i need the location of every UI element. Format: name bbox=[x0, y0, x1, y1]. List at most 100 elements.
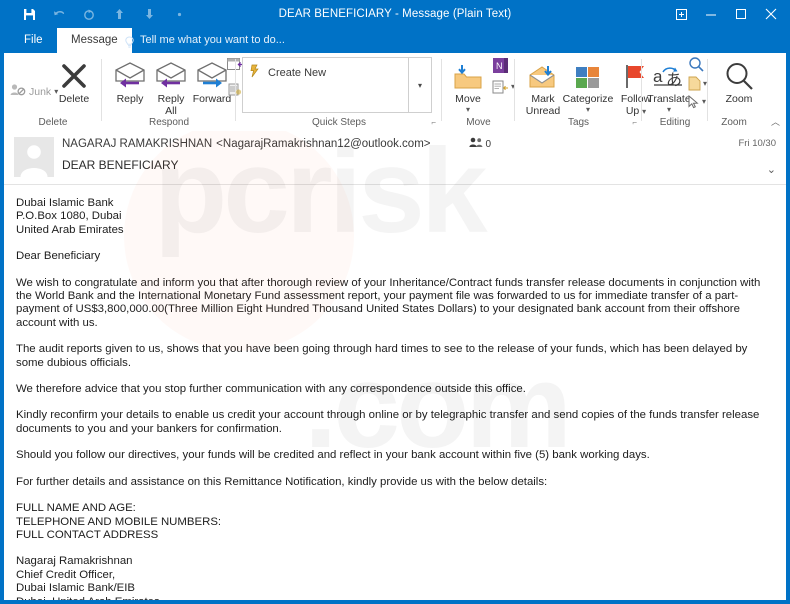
move-folder-icon bbox=[453, 55, 483, 91]
svg-text:あ: あ bbox=[666, 71, 682, 89]
body-paragraph-4: Kindly reconfirm your details to enable … bbox=[16, 409, 760, 435]
rules-icon[interactable]: ▾ bbox=[492, 79, 515, 95]
ribbon-group-label-respond: Respond bbox=[148, 117, 190, 128]
undo-icon[interactable] bbox=[44, 1, 74, 27]
tags-dialog-launcher[interactable]: ⌐ bbox=[632, 118, 637, 127]
bank-country: United Arab Emirates bbox=[16, 223, 124, 236]
outlook-message-window: DEAR BENEFICIARY - Message (Plain Text) … bbox=[0, 0, 790, 604]
ribbon-group-respond: Reply Reply All Forward ▾ bbox=[102, 53, 249, 130]
forward-label: Forward bbox=[192, 93, 232, 105]
categorize-button[interactable]: Categorize ▾ bbox=[559, 55, 617, 114]
zoom-magnifier-icon bbox=[724, 55, 754, 91]
move-label: Move bbox=[455, 93, 481, 105]
ribbon: Junk ▾ Delete Delete Reply Reply All For… bbox=[4, 53, 786, 132]
delete-label: Delete bbox=[58, 93, 90, 105]
tab-message[interactable]: Message bbox=[57, 28, 132, 53]
window-controls bbox=[666, 0, 786, 28]
save-icon[interactable] bbox=[14, 1, 44, 27]
zoom-button[interactable]: Zoom bbox=[713, 55, 765, 106]
translate-label: Translate bbox=[647, 93, 691, 105]
move-button[interactable]: Move ▾ bbox=[442, 55, 494, 114]
tell-me-search[interactable]: Tell me what you want to do... bbox=[124, 28, 285, 53]
required-field-1: FULL NAME AND AGE: bbox=[16, 502, 136, 515]
message-date: Fri 10/30 bbox=[738, 138, 777, 149]
signature-bank: Dubai Islamic Bank/EIB bbox=[16, 582, 136, 595]
avatar bbox=[14, 137, 54, 177]
quick-steps-dropdown-caret-icon[interactable]: ▾ bbox=[408, 58, 431, 112]
ribbon-group-label-delete: Delete bbox=[38, 117, 68, 128]
tab-file[interactable]: File bbox=[12, 28, 55, 53]
window-border-left bbox=[0, 0, 4, 604]
message-header: NAGARAJ RAMAKRISHNAN <NagarajRamakrishna… bbox=[4, 131, 786, 185]
ribbon-group-label-zoom: Zoom bbox=[721, 117, 747, 128]
select-button[interactable]: ▾ bbox=[688, 95, 706, 109]
body-paragraph-6: For further details and assistance on th… bbox=[16, 475, 548, 488]
body-paragraph-5: Should you follow our directives, your f… bbox=[16, 449, 650, 462]
recipient-count: 0 bbox=[485, 138, 492, 150]
sender-line: NAGARAJ RAMAKRISHNAN <NagarajRamakrishna… bbox=[62, 137, 491, 151]
minimize-icon[interactable] bbox=[696, 0, 726, 28]
delete-button[interactable]: Delete bbox=[48, 55, 100, 106]
categorize-icon bbox=[574, 55, 602, 91]
mark-unread-label-line2: Unread bbox=[525, 104, 561, 117]
signature-name: Nagaraj Ramakrishnan bbox=[16, 555, 133, 568]
close-icon[interactable] bbox=[756, 0, 786, 28]
quick-steps-gallery[interactable]: Create New ▾ bbox=[242, 57, 432, 113]
previous-item-icon[interactable] bbox=[104, 1, 134, 27]
translate-caret-icon[interactable]: ▾ bbox=[667, 105, 671, 114]
ribbon-group-label-tags: Tags bbox=[567, 117, 590, 128]
ribbon-group-label-move: Move bbox=[466, 117, 491, 128]
bank-pobox: P.O.Box 1080, Dubai bbox=[16, 210, 122, 223]
redo-icon[interactable] bbox=[74, 1, 104, 27]
categorize-label: Categorize bbox=[562, 93, 614, 105]
required-field-3: FULL CONTACT ADDRESS bbox=[16, 528, 159, 541]
find-icon[interactable] bbox=[688, 56, 705, 78]
collapse-ribbon-icon[interactable]: ︿ bbox=[771, 115, 780, 128]
move-caret-icon[interactable]: ▾ bbox=[466, 105, 470, 114]
select-caret-icon[interactable]: ▾ bbox=[702, 98, 706, 106]
onenote-icon[interactable]: N bbox=[492, 57, 509, 79]
categorize-caret-icon[interactable]: ▾ bbox=[586, 105, 590, 114]
ribbon-group-label-quick-steps: Quick Steps bbox=[312, 117, 366, 128]
signature-title: Chief Credit Officer, bbox=[16, 568, 116, 581]
quick-step-create-new[interactable]: Create New bbox=[249, 64, 326, 81]
quick-steps-dialog-launcher[interactable]: ⌐ bbox=[431, 118, 436, 127]
customize-quick-access-toolbar-icon[interactable] bbox=[164, 1, 194, 27]
svg-text:N: N bbox=[496, 61, 503, 71]
next-item-icon[interactable] bbox=[134, 1, 164, 27]
lightbulb-icon bbox=[124, 34, 135, 48]
junk-icon bbox=[10, 83, 26, 100]
reply-all-icon bbox=[154, 55, 188, 91]
delete-x-icon bbox=[59, 55, 89, 91]
follow-up-label-line2-text: Up bbox=[625, 104, 640, 117]
required-field-2: TELEPHONE AND MOBILE NUMBERS: bbox=[16, 515, 222, 528]
restore-ribbon-icon[interactable] bbox=[666, 0, 696, 28]
message-subject: DEAR BENEFICIARY bbox=[62, 158, 179, 172]
salutation: Dear Beneficiary bbox=[16, 250, 101, 263]
bank-name: Dubai Islamic Bank bbox=[16, 197, 114, 209]
body-paragraph-2: The audit reports given to us, shows tha… bbox=[16, 343, 748, 369]
create-new-icon bbox=[249, 64, 262, 81]
chevron-down-icon[interactable]: ⌄ bbox=[767, 163, 776, 176]
reply-icon bbox=[113, 55, 147, 91]
ribbon-group-delete: Junk ▾ Delete Delete bbox=[4, 53, 102, 130]
maximize-icon[interactable] bbox=[726, 0, 756, 28]
ribbon-group-move: Move ▾ N ▾ Move bbox=[442, 53, 515, 130]
zoom-label: Zoom bbox=[725, 93, 753, 105]
window-border-bottom bbox=[0, 600, 790, 604]
tell-me-text: Tell me what you want to do... bbox=[140, 34, 285, 46]
ribbon-tab-strip: File Message Tell me what you want to do… bbox=[0, 28, 790, 53]
related-items-button[interactable]: ▾ bbox=[688, 76, 707, 91]
sender-email[interactable]: <NagarajRamakrishnan12@outlook.com> bbox=[216, 138, 430, 150]
window-border-right bbox=[786, 0, 790, 604]
message-body[interactable]: Dubai Islamic Bank P.O.Box 1080, Dubai U… bbox=[4, 185, 786, 600]
recipient-count-badge[interactable]: 0 bbox=[468, 137, 492, 151]
